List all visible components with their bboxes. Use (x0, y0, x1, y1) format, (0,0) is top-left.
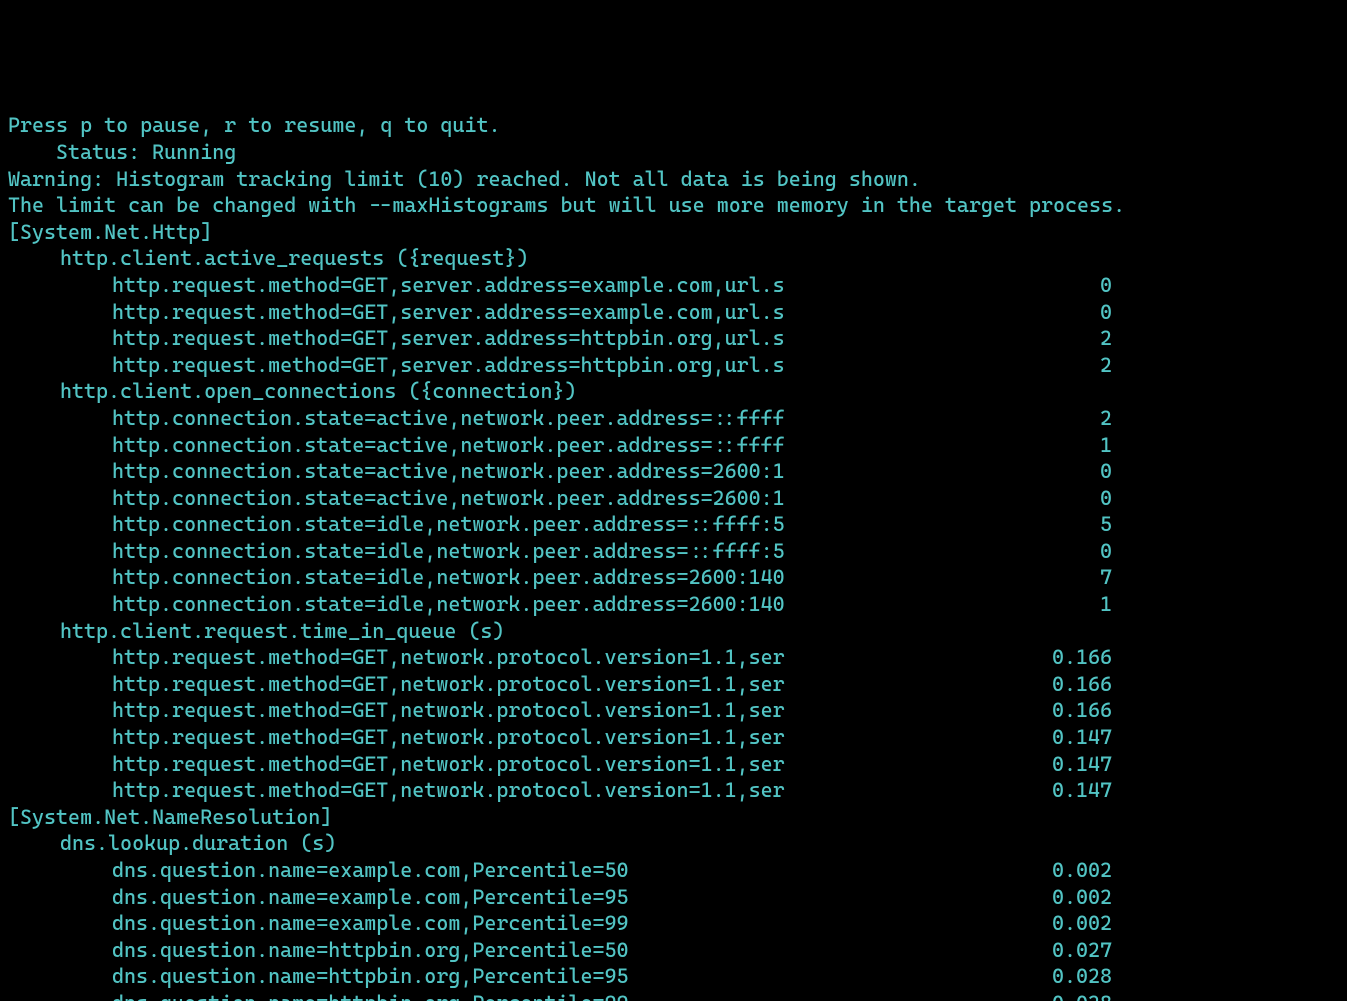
metric-row-0-0-1: http.request.method=GET,server.address=e… (8, 299, 1339, 326)
metric-row-0-1-7: http.connection.state=idle,network.peer.… (8, 591, 1339, 618)
metric-row-0-0-3-label: http.request.method=GET,server.address=h… (8, 352, 982, 379)
metric-row-0-2-4: http.request.method=GET,network.protocol… (8, 751, 1339, 778)
metric-row-1-0-5-label: dns.question.name=httpbin.org,Percentile… (8, 990, 982, 1001)
metric-row-0-2-0-value: 0.166 (982, 644, 1112, 671)
metric-row-1-0-2: dns.question.name=example.com,Percentile… (8, 910, 1339, 937)
metric-row-0-1-6-label: http.connection.state=idle,network.peer.… (8, 564, 982, 591)
metric-row-1-0-0: dns.question.name=example.com,Percentile… (8, 857, 1339, 884)
metric-row-0-0-0: http.request.method=GET,server.address=e… (8, 272, 1339, 299)
metric-row-0-1-2: http.connection.state=active,network.pee… (8, 458, 1339, 485)
metric-row-0-2-4-label: http.request.method=GET,network.protocol… (8, 751, 982, 778)
metric-row-0-1-0-value: 2 (982, 405, 1112, 432)
metric-row-0-2-3-label: http.request.method=GET,network.protocol… (8, 724, 982, 751)
metric-row-1-0-4: dns.question.name=httpbin.org,Percentile… (8, 963, 1339, 990)
metric-row-0-2-1-label: http.request.method=GET,network.protocol… (8, 671, 982, 698)
terminal-output: Press p to pause, r to resume, q to quit… (8, 112, 1339, 1001)
metric-row-0-2-2-value: 0.166 (982, 697, 1112, 724)
metric-row-0-1-6-value: 7 (982, 564, 1112, 591)
metric-row-1-0-1-label: dns.question.name=example.com,Percentile… (8, 884, 982, 911)
metric-row-0-1-5: http.connection.state=idle,network.peer.… (8, 538, 1339, 565)
metric-row-0-2-4-value: 0.147 (982, 751, 1112, 778)
metric-row-1-0-3: dns.question.name=httpbin.org,Percentile… (8, 937, 1339, 964)
metric-row-0-2-2-label: http.request.method=GET,network.protocol… (8, 697, 982, 724)
metric-row-0-1-5-value: 0 (982, 538, 1112, 565)
metric-row-0-1-1-value: 1 (982, 432, 1112, 459)
metric-row-1-0-4-value: 0.028 (982, 963, 1112, 990)
metric-row-0-1-7-value: 1 (982, 591, 1112, 618)
metric-row-0-0-1-label: http.request.method=GET,server.address=e… (8, 299, 982, 326)
metric-row-0-2-0-label: http.request.method=GET,network.protocol… (8, 644, 982, 671)
metric-row-0-1-1-label: http.connection.state=active,network.pee… (8, 432, 982, 459)
metric-name-0-1: http.client.open_connections ({connectio… (8, 378, 1339, 405)
metric-row-1-0-0-value: 0.002 (982, 857, 1112, 884)
status-line: Status: Running (8, 139, 1339, 166)
metric-row-0-1-2-value: 0 (982, 458, 1112, 485)
metric-row-0-0-2: http.request.method=GET,server.address=h… (8, 325, 1339, 352)
metric-row-0-2-5-label: http.request.method=GET,network.protocol… (8, 777, 982, 804)
hint-line: Press p to pause, r to resume, q to quit… (8, 112, 1339, 139)
metric-row-0-2-5-value: 0.147 (982, 777, 1112, 804)
metric-row-0-1-3-value: 0 (982, 485, 1112, 512)
metric-row-0-2-0: http.request.method=GET,network.protocol… (8, 644, 1339, 671)
metric-row-1-0-2-value: 0.002 (982, 910, 1112, 937)
metric-row-1-0-2-label: dns.question.name=example.com,Percentile… (8, 910, 982, 937)
metric-row-1-0-3-value: 0.027 (982, 937, 1112, 964)
metric-row-0-1-7-label: http.connection.state=idle,network.peer.… (8, 591, 982, 618)
metric-row-1-0-5-value: 0.028 (982, 990, 1112, 1001)
metric-row-0-0-1-value: 0 (982, 299, 1112, 326)
metric-row-0-0-3: http.request.method=GET,server.address=h… (8, 352, 1339, 379)
metric-row-0-1-2-label: http.connection.state=active,network.pee… (8, 458, 982, 485)
metric-row-0-0-0-label: http.request.method=GET,server.address=e… (8, 272, 982, 299)
metric-row-1-0-5: dns.question.name=httpbin.org,Percentile… (8, 990, 1339, 1001)
metric-row-0-0-2-label: http.request.method=GET,server.address=h… (8, 325, 982, 352)
metric-row-0-2-3-value: 0.147 (982, 724, 1112, 751)
metric-name-0-2: http.client.request.time_in_queue (s) (8, 618, 1339, 645)
metric-name-0-0: http.client.active_requests ({request}) (8, 245, 1339, 272)
metric-row-0-1-4-label: http.connection.state=idle,network.peer.… (8, 511, 982, 538)
metric-row-1-0-1: dns.question.name=example.com,Percentile… (8, 884, 1339, 911)
metric-row-0-2-1-value: 0.166 (982, 671, 1112, 698)
metric-row-0-1-0: http.connection.state=active,network.pee… (8, 405, 1339, 432)
metric-row-1-0-3-label: dns.question.name=httpbin.org,Percentile… (8, 937, 982, 964)
metric-row-0-0-0-value: 0 (982, 272, 1112, 299)
metric-row-0-2-1: http.request.method=GET,network.protocol… (8, 671, 1339, 698)
group-title-1: [System.Net.NameResolution] (8, 804, 1339, 831)
metric-row-0-1-3-label: http.connection.state=active,network.pee… (8, 485, 982, 512)
metric-row-0-2-3: http.request.method=GET,network.protocol… (8, 724, 1339, 751)
metric-row-0-2-2: http.request.method=GET,network.protocol… (8, 697, 1339, 724)
metric-row-0-1-5-label: http.connection.state=idle,network.peer.… (8, 538, 982, 565)
metric-row-0-1-4: http.connection.state=idle,network.peer.… (8, 511, 1339, 538)
group-title-0: [System.Net.Http] (8, 219, 1339, 246)
warning-line-1: Warning: Histogram tracking limit (10) r… (8, 166, 1339, 193)
metric-row-0-0-3-value: 2 (982, 352, 1112, 379)
metric-name-1-0: dns.lookup.duration (s) (8, 830, 1339, 857)
metric-row-0-2-5: http.request.method=GET,network.protocol… (8, 777, 1339, 804)
metric-row-0-1-6: http.connection.state=idle,network.peer.… (8, 564, 1339, 591)
metric-row-1-0-1-value: 0.002 (982, 884, 1112, 911)
metric-row-1-0-4-label: dns.question.name=httpbin.org,Percentile… (8, 963, 982, 990)
metric-row-0-1-1: http.connection.state=active,network.pee… (8, 432, 1339, 459)
metric-row-1-0-0-label: dns.question.name=example.com,Percentile… (8, 857, 982, 884)
metric-row-0-0-2-value: 2 (982, 325, 1112, 352)
warning-line-2: The limit can be changed with --maxHisto… (8, 192, 1339, 219)
metric-row-0-1-3: http.connection.state=active,network.pee… (8, 485, 1339, 512)
metric-row-0-1-0-label: http.connection.state=active,network.pee… (8, 405, 982, 432)
metric-row-0-1-4-value: 5 (982, 511, 1112, 538)
